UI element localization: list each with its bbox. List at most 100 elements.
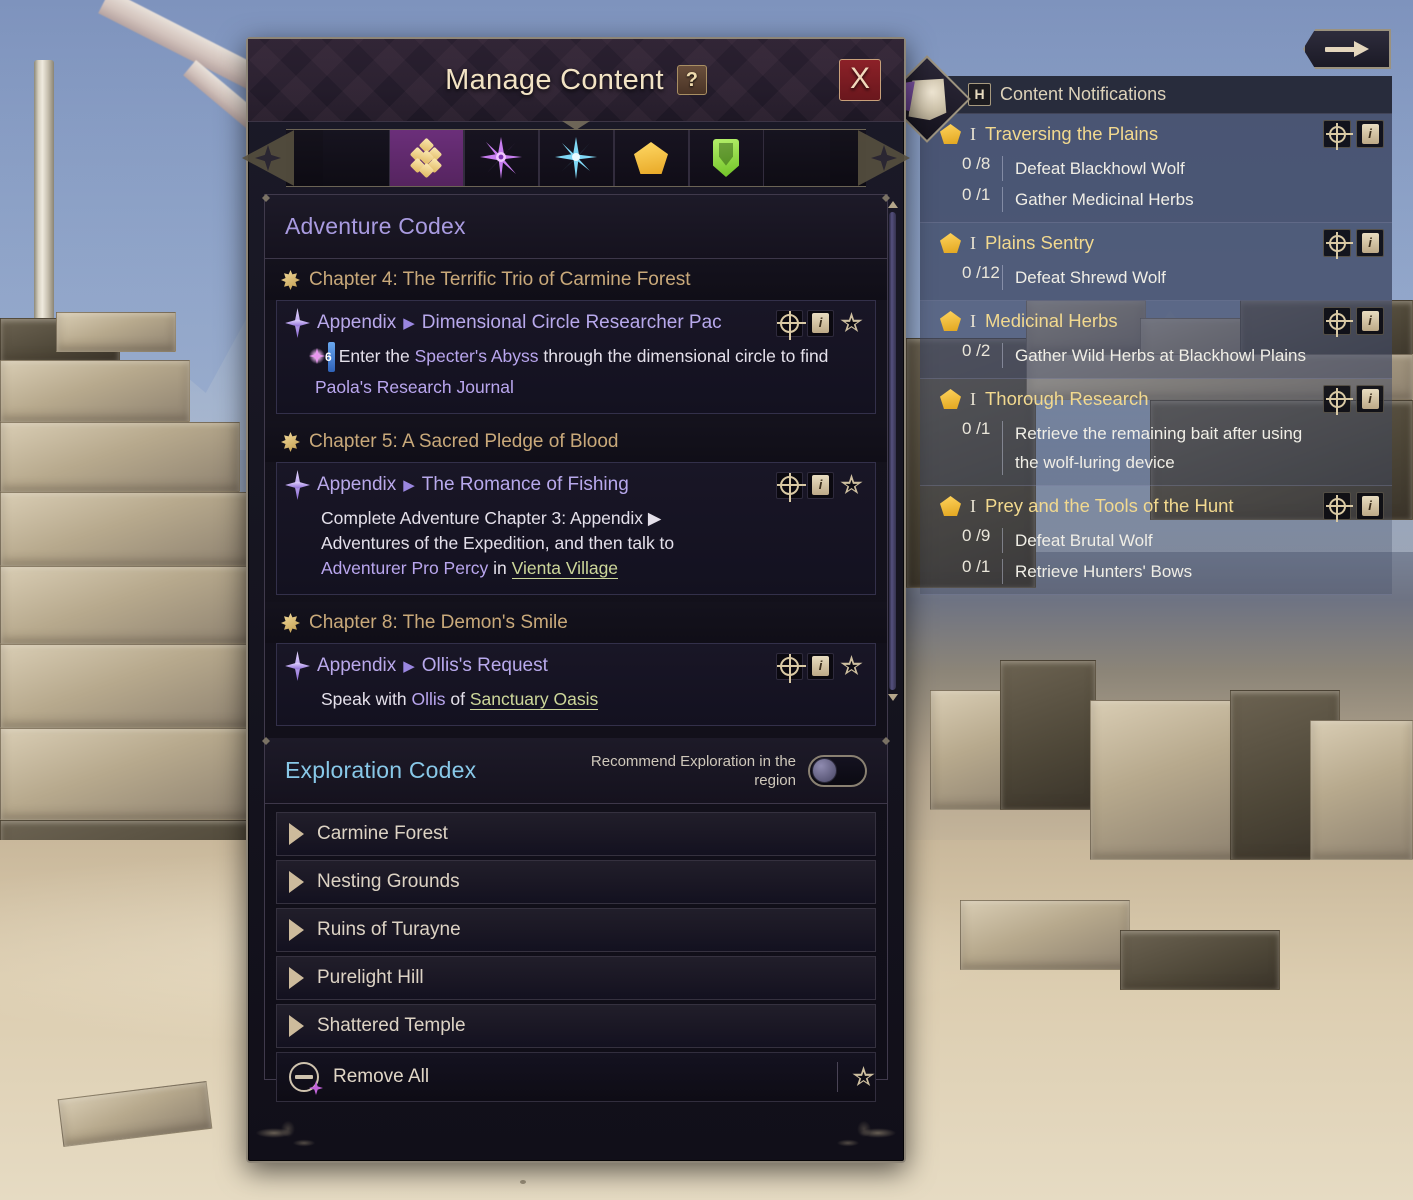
tab-purple-star[interactable] bbox=[463, 130, 539, 186]
quest-name: Plains Sentry bbox=[985, 232, 1094, 253]
quest-header[interactable]: I Traversing the Plains i bbox=[920, 114, 1392, 153]
codex-entry[interactable]: Appendix ▶ Dimensional Circle Researcher… bbox=[276, 300, 876, 414]
quest-entry[interactable]: I Traversing the Plains i 0 /8 Defeat Bl… bbox=[920, 114, 1392, 223]
expand-arrow-button[interactable] bbox=[1303, 29, 1391, 69]
content-scrollbar[interactable] bbox=[886, 201, 899, 701]
codex-entry[interactable]: Appendix ▶ The Romance of Fishing i Comp… bbox=[276, 462, 876, 595]
quest-entry[interactable]: I Thorough Research i 0 /1 Retrieve the … bbox=[920, 379, 1392, 486]
scroll-down-arrow-icon[interactable] bbox=[887, 694, 898, 701]
objective-link[interactable]: Ollis bbox=[411, 689, 445, 709]
tab-pentagon[interactable] bbox=[613, 130, 689, 186]
quest-entry[interactable]: I Prey and the Tools of the Hunt i 0 /9 … bbox=[920, 486, 1392, 595]
objective-link[interactable]: Adventurer Pro Percy bbox=[321, 558, 488, 578]
scroll-info-icon: i bbox=[812, 656, 829, 676]
entry-favorite-button[interactable] bbox=[838, 472, 865, 499]
quest-header[interactable]: I Plains Sentry i bbox=[920, 223, 1392, 262]
region-row-shattered-temple[interactable]: Shattered Temple bbox=[276, 1004, 876, 1048]
quest-info-button[interactable]: i bbox=[1356, 229, 1384, 257]
region-row-carmine-forest[interactable]: Carmine Forest bbox=[276, 812, 876, 856]
scroll-info-icon: i bbox=[812, 475, 829, 495]
region-row-ruins-of-turayne[interactable]: Ruins of Turayne bbox=[276, 908, 876, 952]
stone-rubble bbox=[960, 900, 1130, 970]
scrollbar-thumb[interactable] bbox=[889, 212, 896, 690]
quest-rank: I bbox=[970, 232, 976, 253]
recommend-exploration-label: Recommend Exploration in the region bbox=[590, 752, 796, 789]
crosshair-icon bbox=[1328, 234, 1346, 252]
entry-track-button[interactable] bbox=[776, 652, 803, 680]
entry-favorite-button[interactable] bbox=[838, 653, 865, 680]
region-name: Purelight Hill bbox=[317, 967, 424, 988]
tab-strip-spacer bbox=[763, 130, 830, 186]
quest-track-button[interactable] bbox=[1323, 229, 1351, 257]
tab-blue-star[interactable] bbox=[538, 130, 614, 186]
exploration-codex-header[interactable]: Exploration Codex Recommend Exploration … bbox=[265, 738, 887, 804]
tab-bar-left-cap bbox=[242, 129, 294, 187]
objective-text: Gather Wild Herbs at Blackhowl Plains bbox=[1015, 346, 1307, 365]
crosshair-icon bbox=[1328, 497, 1346, 515]
entry-info-button[interactable]: i bbox=[807, 652, 834, 680]
objective-location-link[interactable]: Sanctuary Oasis bbox=[469, 689, 599, 710]
crosshair-icon bbox=[780, 313, 799, 333]
entry-favorite-button[interactable] bbox=[838, 310, 865, 337]
recommend-exploration-toggle[interactable] bbox=[808, 754, 867, 787]
quest-track-button[interactable] bbox=[1323, 307, 1351, 335]
quest-entry[interactable]: I Plains Sentry i 0 /12 Defeat Shrewd Wo… bbox=[920, 223, 1392, 301]
scroll-up-arrow-icon[interactable] bbox=[887, 201, 898, 208]
chapter-label: Chapter 5: A Sacred Pledge of Blood bbox=[309, 431, 619, 452]
codex-entry[interactable]: Appendix ▶ Ollis's Request i Speak with … bbox=[276, 643, 876, 726]
objective-mid: through the dimensional circle to find bbox=[538, 346, 829, 366]
entry-info-button[interactable]: i bbox=[807, 309, 834, 337]
objective-count: 0 /8 bbox=[962, 154, 991, 173]
quest-track-button[interactable] bbox=[1323, 492, 1351, 520]
objective-line-1: Complete Adventure Chapter 3: Appendix ▶ bbox=[321, 508, 662, 528]
quest-header[interactable]: I Prey and the Tools of the Hunt i bbox=[920, 486, 1392, 525]
sparkle-icon bbox=[309, 348, 325, 364]
quest-rank: I bbox=[970, 495, 976, 516]
quest-info-button[interactable]: i bbox=[1356, 120, 1384, 148]
quest-objective: 0 /1 Gather Medicinal Herbs bbox=[920, 184, 1392, 215]
appendix-star-icon bbox=[285, 651, 310, 681]
entry-track-button[interactable] bbox=[776, 471, 803, 499]
objective-mid: of bbox=[445, 689, 470, 709]
stone-step bbox=[0, 644, 252, 728]
ground-detail bbox=[520, 1180, 526, 1184]
entry-header[interactable]: Appendix ▶ The Romance of Fishing i bbox=[285, 470, 865, 500]
entry-info-button[interactable]: i bbox=[807, 471, 834, 499]
quest-info-button[interactable]: i bbox=[1356, 492, 1384, 520]
quest-info-button[interactable]: i bbox=[1356, 307, 1384, 335]
objective-location-link[interactable]: Vienta Village bbox=[511, 558, 619, 579]
adventure-codex-title: Adventure Codex bbox=[285, 213, 466, 239]
appendix-star-icon bbox=[285, 308, 310, 338]
chevron-right-icon bbox=[289, 1015, 304, 1037]
quest-rank: I bbox=[970, 310, 976, 331]
objective-link[interactable]: Specter's Abyss bbox=[415, 346, 539, 366]
tab-banner[interactable] bbox=[688, 130, 764, 186]
entry-header[interactable]: Appendix ▶ Dimensional Circle Researcher… bbox=[285, 308, 865, 338]
entry-objective: Adventurer Pro Percy in Vienta Village bbox=[285, 553, 865, 583]
help-button[interactable]: ? bbox=[676, 65, 707, 95]
quest-info-button[interactable]: i bbox=[1356, 385, 1384, 413]
close-button[interactable]: X bbox=[839, 59, 881, 101]
favorite-all-button[interactable] bbox=[852, 1066, 875, 1087]
quest-header[interactable]: I Thorough Research i bbox=[920, 379, 1392, 418]
quest-entry[interactable]: I Medicinal Herbs i 0 /2 Gather Wild Her… bbox=[920, 301, 1392, 379]
quest-header[interactable]: I Medicinal Herbs i bbox=[920, 301, 1392, 340]
objective-divider bbox=[1002, 559, 1003, 584]
window-titlebar: Manage Content ? X bbox=[248, 39, 904, 122]
entry-track-button[interactable] bbox=[776, 309, 803, 337]
stone-block bbox=[56, 312, 176, 352]
remove-all-bar[interactable]: Remove All bbox=[276, 1052, 876, 1102]
quest-track-button[interactable] bbox=[1323, 120, 1351, 148]
region-row-purelight-hill[interactable]: Purelight Hill bbox=[276, 956, 876, 1000]
quest-track-button[interactable] bbox=[1323, 385, 1351, 413]
region-row-nesting-grounds[interactable]: Nesting Grounds bbox=[276, 860, 876, 904]
tab-adventure[interactable] bbox=[388, 130, 464, 186]
objective-text: Retrieve the remaining bait after using … bbox=[1015, 424, 1303, 472]
quest-objective: 0 /8 Defeat Blackhowl Wolf bbox=[920, 153, 1392, 184]
adventure-codex-header[interactable]: Adventure Codex bbox=[265, 195, 887, 259]
entry-name: Ollis's Request bbox=[421, 655, 548, 676]
codex-content-area: Adventure Codex Chapter 4: The Terrific … bbox=[264, 194, 898, 1102]
quest-name: Thorough Research bbox=[985, 388, 1149, 409]
entry-header[interactable]: Appendix ▶ Ollis's Request i bbox=[285, 651, 865, 681]
objective-link[interactable]: Paola's Research Journal bbox=[315, 377, 514, 397]
